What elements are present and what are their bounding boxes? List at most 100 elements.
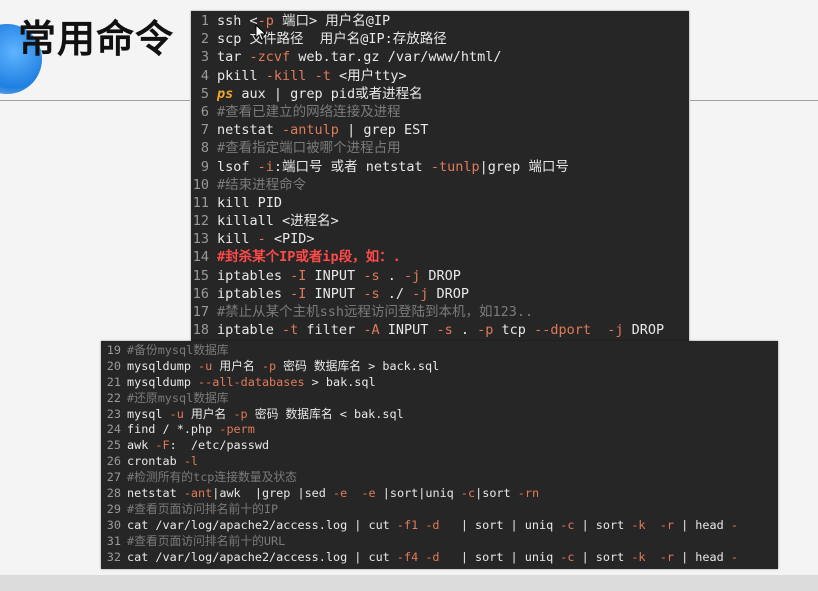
mouse-pointer-icon bbox=[255, 24, 267, 42]
code-token: netstat bbox=[127, 486, 184, 501]
code-token: . bbox=[452, 322, 478, 339]
code-token: | sort | uniq bbox=[439, 517, 561, 532]
code-token: - bbox=[730, 517, 738, 532]
code-token: -kill bbox=[265, 67, 307, 84]
code-text: mysqldump -u 用户名 -p 密码 数据库名 > back.sql bbox=[127, 359, 778, 375]
code-token: DROP bbox=[623, 322, 665, 339]
code-line: 20 mysqldump -u 用户名 -p 密码 数据库名 > back.sql bbox=[101, 359, 778, 375]
code-token: -A bbox=[363, 322, 380, 339]
code-line: 4 pkill -kill -t <用户tty> bbox=[191, 67, 689, 85]
code-token: : /etc/passwd bbox=[169, 438, 270, 453]
code-line: 28 netstat -ant|awk |grep |sed -e -e |sor… bbox=[101, 486, 778, 502]
code-token: cat /var/log/apache2/access.log | cut bbox=[127, 549, 397, 564]
code-text: #查看已建立的网络连接及进程 bbox=[217, 103, 689, 121]
code-token: | head bbox=[673, 517, 731, 532]
code-line: 16 iptables -I INPUT -s ./ -j DROP bbox=[191, 285, 689, 303]
line-number: 29 bbox=[106, 501, 121, 516]
code-token: tcp bbox=[493, 322, 535, 339]
code-token: -tunlp bbox=[430, 158, 480, 175]
code-text: kill PID bbox=[217, 194, 689, 212]
code-line: 25 awk -F: /etc/passwd bbox=[101, 438, 778, 454]
code-token: lsof bbox=[217, 158, 258, 175]
code-token: -t bbox=[314, 67, 331, 84]
code-token: #查看指定端口被哪个进程占用 bbox=[217, 140, 401, 157]
code-token: | sort | uniq bbox=[439, 549, 561, 564]
code-token: :端口号 或者 netstat bbox=[273, 158, 431, 175]
code-line: 23 mysql -u 用户名 -p 密码 数据库名 < bak.sql bbox=[101, 407, 778, 423]
code-token: iptables bbox=[217, 267, 291, 284]
code-token: -e bbox=[361, 486, 376, 501]
code-text: #禁止从某个主机ssh远程访问登陆到本机，如123.. bbox=[217, 303, 689, 321]
code-text: ps aux | grep pid或者进程名 bbox=[217, 85, 689, 103]
code-line: 7 netstat -antulp | grep EST bbox=[191, 121, 689, 139]
code-token: crontab bbox=[127, 454, 184, 469]
line-number: 6 bbox=[200, 103, 209, 120]
line-number: 21 bbox=[106, 374, 121, 389]
code-token: |awk |grep |sed bbox=[212, 486, 333, 501]
code-token: kill bbox=[217, 231, 258, 248]
code-line: 6 #查看已建立的网络连接及进程 bbox=[191, 103, 689, 121]
line-number: 30 bbox=[106, 517, 121, 532]
code-token: | grep EST bbox=[338, 122, 429, 139]
code-token: | head bbox=[673, 549, 731, 564]
line-number: 3 bbox=[200, 49, 209, 66]
code-token: filter bbox=[298, 322, 364, 339]
code-token: awk bbox=[127, 438, 156, 453]
line-number: 22 bbox=[106, 390, 121, 405]
line-number: 23 bbox=[106, 406, 121, 421]
code-token: -i bbox=[257, 158, 274, 175]
code-line: 10 #结束进程命令 bbox=[191, 176, 689, 194]
code-token: aux | grep pid或者进程名 bbox=[233, 85, 423, 102]
code-token: DROP bbox=[420, 267, 461, 284]
code-token: - bbox=[730, 549, 738, 564]
code-text: lsof -i:端口号 或者 netstat -tunlp|grep 端口号 bbox=[217, 158, 689, 176]
code-token: #禁止从某个主机ssh远程访问登陆到本机，如123.. bbox=[217, 304, 534, 320]
line-number: 1 bbox=[200, 13, 209, 29]
code-text: scp 文件路径 用户名@IP:存放路径 bbox=[217, 30, 689, 48]
code-token: INPUT bbox=[306, 267, 364, 284]
code-token: -s bbox=[363, 267, 380, 284]
code-text: netstat -ant|awk |grep |sed -e -e |sort|… bbox=[127, 486, 778, 502]
code-token: -antulp bbox=[282, 122, 339, 139]
header-divider-right bbox=[690, 100, 818, 101]
code-token: -f1 bbox=[396, 517, 419, 532]
slide-footer-band bbox=[0, 575, 818, 591]
code-token: #查看页面访问排名前十的URL bbox=[127, 533, 286, 548]
code-token: -c bbox=[460, 486, 476, 501]
code-token: -I bbox=[290, 285, 307, 302]
code-token: |sort bbox=[475, 486, 518, 501]
code-token: ssh < bbox=[217, 13, 258, 29]
code-token: 密码 数据库名 > back.sql bbox=[276, 358, 440, 373]
code-panel-bottom: 19 #备份mysql数据库 20 mysqldump -u 用户名 -p 密码 数据… bbox=[101, 341, 778, 569]
code-token: > bak.sql bbox=[304, 374, 376, 389]
slide-title: 常用命令 bbox=[18, 17, 175, 61]
code-token: -r bbox=[659, 517, 674, 532]
line-number: 20 bbox=[106, 358, 121, 373]
line-number: 31 bbox=[106, 533, 121, 548]
code-line: 12 killall <进程名> bbox=[191, 212, 689, 230]
code-token: #结束进程命令 bbox=[217, 176, 307, 193]
code-text: iptables -I INPUT -s ./ -j DROP bbox=[217, 285, 689, 303]
code-line: 8 #查看指定端口被哪个进程占用 bbox=[191, 139, 689, 157]
line-number: 5 bbox=[200, 85, 209, 102]
code-text: tar -zcvf web.tar.gz /var/www/html/ bbox=[217, 48, 689, 66]
code-token: iptable bbox=[217, 322, 283, 339]
code-text: #封杀某个IP或者ip段，如：. bbox=[217, 248, 689, 266]
code-token: tar bbox=[217, 49, 250, 66]
code-line: 18 iptable -t filter -A INPUT -s . -p tcp… bbox=[191, 321, 689, 339]
code-line: 11 kill PID bbox=[191, 194, 689, 212]
code-token: <PID> bbox=[265, 231, 315, 248]
line-number: 18 bbox=[192, 322, 209, 339]
line-number: 15 bbox=[192, 267, 209, 284]
code-token: #封杀某个IP或者ip段，如：. bbox=[217, 249, 401, 266]
code-token: cat /var/log/apache2/access.log | cut bbox=[127, 517, 397, 532]
code-line: 14 #封杀某个IP或者ip段，如：. bbox=[191, 248, 689, 266]
code-line: 24 find / *.php -perm bbox=[101, 422, 778, 438]
code-token: -j bbox=[607, 322, 624, 339]
line-number: 28 bbox=[106, 486, 121, 501]
code-text: ssh <-p 端口> 用户名@IP bbox=[217, 12, 689, 30]
line-number: 4 bbox=[200, 67, 209, 84]
code-token: INPUT bbox=[379, 322, 437, 339]
